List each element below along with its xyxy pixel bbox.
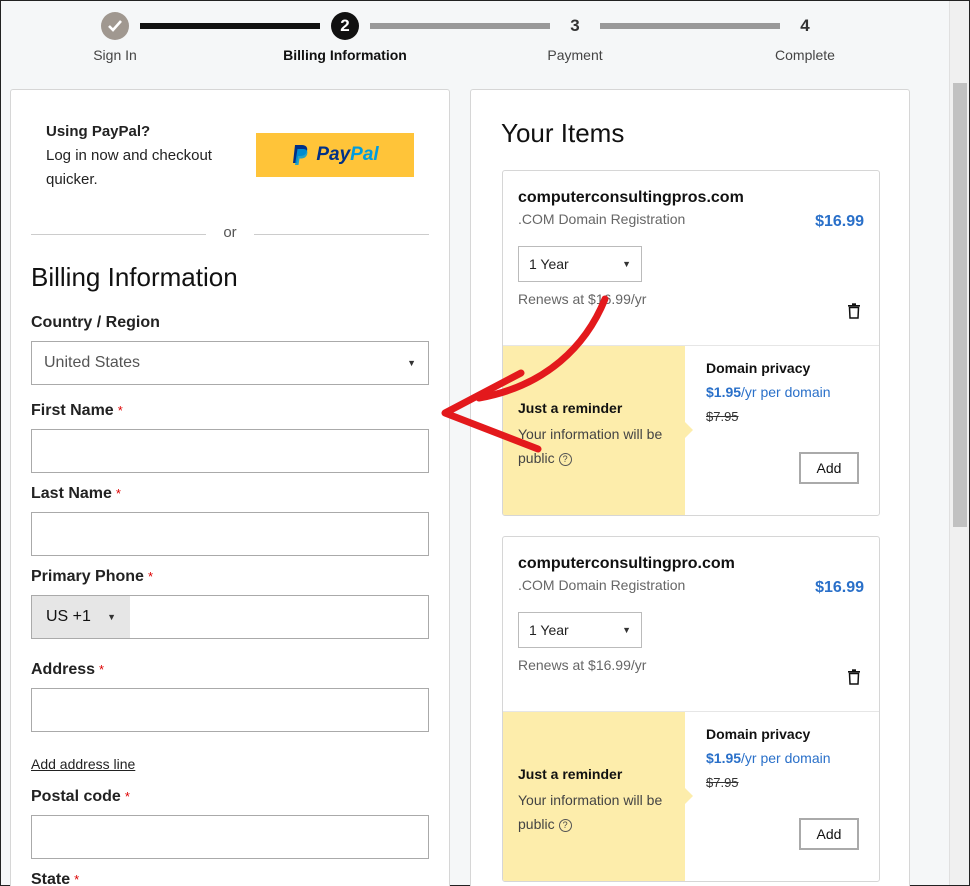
or-divider: or: [31, 224, 429, 244]
phone-country-code-select[interactable]: US +1 ▼: [32, 596, 130, 638]
privacy-old-price: $7.95: [706, 409, 739, 424]
divider-line: [254, 234, 429, 235]
items-title: Your Items: [501, 118, 625, 148]
domain-privacy-offer: Domain privacy $1.95/yr per domain $7.95…: [685, 345, 879, 515]
postal-code-input[interactable]: [31, 815, 429, 859]
checkmark-icon: [108, 20, 122, 32]
last-name-input[interactable]: [31, 512, 429, 556]
paypal-heading: Using PayPal?: [46, 123, 151, 140]
address-label: Address *: [31, 661, 105, 678]
last-name-label: Last Name *: [31, 485, 121, 502]
required-mark: *: [117, 403, 123, 418]
renewal-text: Renews at $16.99/yr: [518, 291, 647, 307]
page-scrollbar[interactable]: [949, 1, 969, 885]
checkout-stepper: 2 3 4 Sign In Billing Information Paymen…: [1, 1, 949, 83]
step-number: 2: [340, 16, 350, 35]
paypal-text: Log in now and checkout quicker.: [46, 147, 212, 188]
required-mark: *: [74, 872, 80, 886]
domain-name: computerconsultingpros.com: [518, 189, 744, 206]
phone-code-value: US +1: [46, 608, 91, 625]
or-text: or: [223, 224, 237, 241]
paypal-logo-icon: [293, 145, 308, 165]
billing-title: Billing Information: [31, 262, 238, 292]
privacy-title: Domain privacy: [706, 360, 811, 376]
domain-type: .COM Domain Registration: [518, 577, 686, 593]
add-privacy-button[interactable]: Add: [799, 452, 859, 484]
privacy-price: $1.95/yr per domain: [706, 384, 831, 400]
reminder-title: Just a reminder: [518, 766, 623, 782]
address-input[interactable]: [31, 688, 429, 732]
add-address-line-link[interactable]: Add address line: [31, 756, 135, 772]
privacy-title: Domain privacy: [706, 726, 811, 742]
privacy-reminder: Just a reminder Your information will be…: [503, 711, 693, 881]
renewal-text: Renews at $16.99/yr: [518, 657, 647, 673]
step-billing-active: 2: [331, 12, 359, 40]
step-connector-3: [600, 23, 780, 29]
step-complete: 4: [791, 12, 819, 40]
caret-down-icon: ▼: [622, 625, 631, 635]
step-label-sign-in[interactable]: Sign In: [35, 47, 195, 63]
term-value: 1 Year: [529, 256, 569, 272]
step-connector-1: [140, 23, 320, 29]
phone-label: Primary Phone *: [31, 568, 153, 585]
step-label-billing: Billing Information: [283, 47, 407, 63]
postal-code-label: Postal code *: [31, 788, 130, 805]
required-mark: *: [124, 789, 130, 804]
paypal-word-pal: Pal: [350, 144, 379, 165]
cart-item: computerconsultingpros.com .COM Domain R…: [502, 170, 880, 516]
cart-items-panel: Your Items computerconsultingpros.com .C…: [470, 89, 910, 886]
reminder-text: Your information will be public?: [518, 792, 663, 832]
reminder-title: Just a reminder: [518, 400, 623, 416]
info-icon[interactable]: ?: [558, 452, 572, 466]
trash-icon[interactable]: [847, 669, 861, 685]
first-name-input[interactable]: [31, 429, 429, 473]
domain-name: computerconsultingpro.com: [518, 555, 735, 572]
step-label-complete: Complete: [775, 47, 835, 63]
step-payment: 3: [561, 12, 589, 40]
trash-icon[interactable]: [847, 303, 861, 319]
paypal-word-pay: Pay: [316, 144, 351, 165]
country-value: United States: [44, 354, 141, 371]
paypal-prompt: Using PayPal? Log in now and checkout qu…: [46, 120, 246, 192]
caret-down-icon: ▼: [107, 612, 116, 622]
reminder-text: Your information will be public?: [518, 426, 663, 466]
billing-form-panel: Using PayPal? Log in now and checkout qu…: [10, 89, 450, 886]
step-number: 4: [800, 16, 810, 35]
country-select[interactable]: United States ▼: [31, 341, 429, 385]
term-select[interactable]: 1 Year ▼: [518, 612, 642, 648]
privacy-reminder: Just a reminder Your information will be…: [503, 345, 693, 515]
domain-type: .COM Domain Registration: [518, 211, 686, 227]
cart-item: computerconsultingpro.com .COM Domain Re…: [502, 536, 880, 882]
privacy-price: $1.95/yr per domain: [706, 750, 831, 766]
caret-down-icon: ▼: [407, 358, 416, 368]
step-connector-2: [370, 23, 550, 29]
add-privacy-button[interactable]: Add: [799, 818, 859, 850]
term-select[interactable]: 1 Year ▼: [518, 246, 642, 282]
privacy-old-price: $7.95: [706, 775, 739, 790]
country-label: Country / Region: [31, 314, 160, 331]
step-number: 3: [570, 16, 580, 35]
scrollbar-thumb[interactable]: [953, 83, 967, 527]
required-mark: *: [147, 569, 153, 584]
step-sign-in-done[interactable]: [101, 12, 129, 40]
paypal-checkout-button[interactable]: Pay Pal: [256, 133, 414, 177]
required-mark: *: [99, 662, 105, 677]
required-mark: *: [115, 486, 121, 501]
info-icon[interactable]: ?: [558, 818, 572, 832]
first-name-label: First Name *: [31, 402, 123, 419]
state-label: State *: [31, 871, 80, 886]
caret-down-icon: ▼: [622, 259, 631, 269]
term-value: 1 Year: [529, 622, 569, 638]
item-price: $16.99: [815, 579, 864, 596]
item-price: $16.99: [815, 213, 864, 230]
step-label-payment: Payment: [547, 47, 603, 63]
domain-privacy-offer: Domain privacy $1.95/yr per domain $7.95…: [685, 711, 879, 881]
